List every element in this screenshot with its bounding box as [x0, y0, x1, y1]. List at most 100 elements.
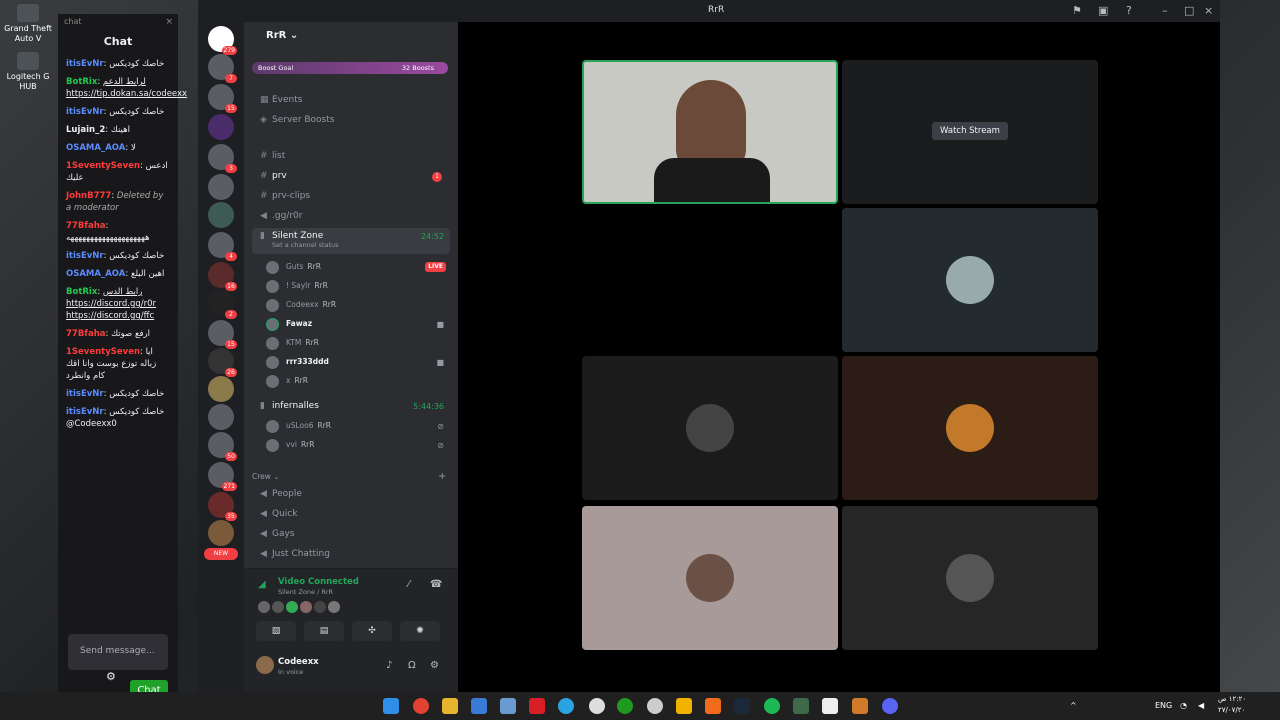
server-icon[interactable]: 2	[208, 290, 237, 319]
channel-prv-clips[interactable]: # prv-clips	[252, 188, 450, 206]
close-icon[interactable]: ×	[165, 17, 173, 27]
signal-icon[interactable]: ◢	[258, 579, 266, 590]
voice-member[interactable]: KTM RrR	[266, 336, 450, 352]
close-icon[interactable]: ×	[1204, 4, 1213, 17]
desktop-icon-gta[interactable]: Grand Theft Auto V	[0, 4, 56, 44]
chat-username[interactable]: 1SeventySeven	[66, 161, 140, 171]
chat-username[interactable]: itisEvNr	[66, 389, 104, 399]
username[interactable]: Codeexx	[278, 657, 319, 667]
watch-stream-button[interactable]: Watch Stream	[932, 122, 1008, 140]
chat-username[interactable]: BotRix	[66, 287, 97, 297]
channel-gays[interactable]: ◀ Gays	[252, 526, 450, 544]
add-channel-icon[interactable]: +	[438, 471, 446, 482]
server-icon[interactable]: 15	[208, 320, 237, 349]
app-icon[interactable]	[822, 698, 838, 714]
voice-member[interactable]: Codeexx RrR	[266, 298, 450, 314]
boost-goal-bar[interactable]: Boost Goal 32 Boosts	[252, 62, 448, 74]
channel-prv[interactable]: # prv 1	[252, 168, 450, 186]
app-icon[interactable]	[705, 698, 721, 714]
volume-icon[interactable]: ◀	[1198, 701, 1204, 710]
minimize-icon[interactable]: –	[1162, 4, 1168, 17]
new-badge[interactable]: NEW	[204, 548, 238, 560]
disconnect-icon[interactable]: ☎	[430, 579, 442, 590]
chat-username[interactable]: itisEvNr	[66, 251, 104, 261]
steam-icon[interactable]	[734, 698, 750, 714]
chat-username[interactable]: Lujain_2	[66, 125, 105, 135]
voice-member[interactable]: Fawaz ■	[266, 317, 450, 333]
language-indicator[interactable]: ENG	[1155, 701, 1172, 710]
inbox-icon[interactable]: ⚑	[1072, 4, 1082, 17]
soundboard-button[interactable]: ✺	[400, 621, 440, 641]
voice-member[interactable]: Guts RrR LIVE	[266, 260, 450, 276]
desktop-icon-ghub[interactable]: Logitech G HUB	[0, 52, 56, 92]
chat-username[interactable]: itisEvNr	[66, 107, 104, 117]
server-icon[interactable]: 7	[208, 54, 237, 83]
channel-list[interactable]: # list	[252, 148, 450, 166]
headphones-icon[interactable]: Ω	[408, 660, 416, 671]
server-icon[interactable]: 16	[208, 262, 237, 291]
chat-username[interactable]: OSAMA_AOA	[66, 143, 125, 153]
avatar[interactable]	[328, 601, 340, 613]
clock-time[interactable]: ١٢:٢٠ ص	[1218, 695, 1246, 703]
toggle-camera-button[interactable]: ▧	[256, 621, 296, 641]
server-icon[interactable]: 271	[208, 462, 237, 491]
telegram-icon[interactable]	[558, 698, 574, 714]
voice-member[interactable]: vvi RrR ⊘	[266, 438, 450, 454]
gear-icon[interactable]: ⚙	[106, 670, 116, 683]
video-tile-avatar[interactable]	[842, 208, 1098, 352]
voice-member[interactable]: rrr333ddd ■	[266, 355, 450, 371]
video-tile-avatar[interactable]	[842, 356, 1098, 500]
chat-username[interactable]: itisEvNr	[66, 59, 104, 69]
activities-button[interactable]: ✣	[352, 621, 392, 641]
discord-icon[interactable]	[882, 698, 898, 714]
spotify-icon[interactable]	[764, 698, 780, 714]
noise-suppression-icon[interactable]: ⁄	[408, 579, 410, 590]
chat-username[interactable]: 1SeventySeven	[66, 347, 140, 357]
chat-username[interactable]: itisEvNr	[66, 407, 104, 417]
server-icon[interactable]	[208, 376, 234, 402]
server-icon[interactable]	[208, 114, 234, 140]
chat-username[interactable]: 77Bfaha	[66, 329, 106, 339]
file-explorer-icon[interactable]	[442, 698, 458, 714]
server-icon[interactable]	[208, 404, 234, 430]
server-icon[interactable]: 4	[208, 232, 237, 261]
voice-channel-silent-zone[interactable]: ▮ Silent Zone 24:52 Set a channel status	[252, 228, 450, 254]
xbox-icon[interactable]	[617, 698, 633, 714]
channel-server-boosts[interactable]: ◈ Server Boosts	[252, 112, 450, 130]
channel-people[interactable]: ◀ People	[252, 486, 450, 504]
avatar[interactable]	[286, 601, 298, 613]
sync-icon[interactable]	[647, 698, 663, 714]
avatar[interactable]	[272, 601, 284, 613]
settings-icon[interactable]: ⚙	[430, 660, 439, 671]
chat-username[interactable]: 77Bfaha	[66, 221, 106, 231]
app-icon[interactable]	[852, 698, 868, 714]
video-tile-stream[interactable]: Watch Stream	[842, 60, 1098, 204]
video-tile-avatar[interactable]	[842, 506, 1098, 650]
server-icon[interactable]: 3	[208, 144, 237, 173]
server-icon[interactable]	[208, 202, 234, 228]
category-crew[interactable]: Crew ⌄ +	[252, 471, 446, 482]
help-icon[interactable]: ?	[1126, 4, 1132, 17]
channel-events[interactable]: ▦ Events	[252, 92, 450, 110]
microphone-icon[interactable]: ♪	[386, 660, 392, 671]
app-icon[interactable]	[793, 698, 809, 714]
settings-icon[interactable]	[589, 698, 605, 714]
voice-member[interactable]: uSLoo6 RrR ⊘	[266, 419, 450, 435]
server-icon[interactable]	[208, 174, 234, 200]
avatar[interactable]	[258, 601, 270, 613]
channel-gg-r0r[interactable]: ◀ .gg/r0r	[252, 208, 450, 226]
maximize-icon[interactable]: □	[1184, 4, 1194, 17]
clock-date[interactable]: ٢٧/٠٧/٢٠	[1218, 706, 1245, 714]
tray-chevron-icon[interactable]: ^	[1070, 701, 1077, 710]
channel-quick[interactable]: ◀ Quick	[252, 506, 450, 524]
voice-member[interactable]: ! Saylr RrR	[266, 279, 450, 295]
server-icon[interactable]: 279	[208, 26, 237, 55]
app-icon[interactable]	[500, 698, 516, 714]
server-header[interactable]: RrR ⌄	[244, 22, 458, 50]
start-icon[interactable]	[383, 698, 399, 714]
app-icon[interactable]	[676, 698, 692, 714]
server-icon[interactable]: 35	[208, 492, 237, 521]
voice-channel-infernalles[interactable]: ▮ infernalles 5:44:36	[252, 398, 450, 416]
server-icon[interactable]: 26	[208, 348, 237, 377]
chat-username[interactable]: BotRix	[66, 77, 97, 87]
